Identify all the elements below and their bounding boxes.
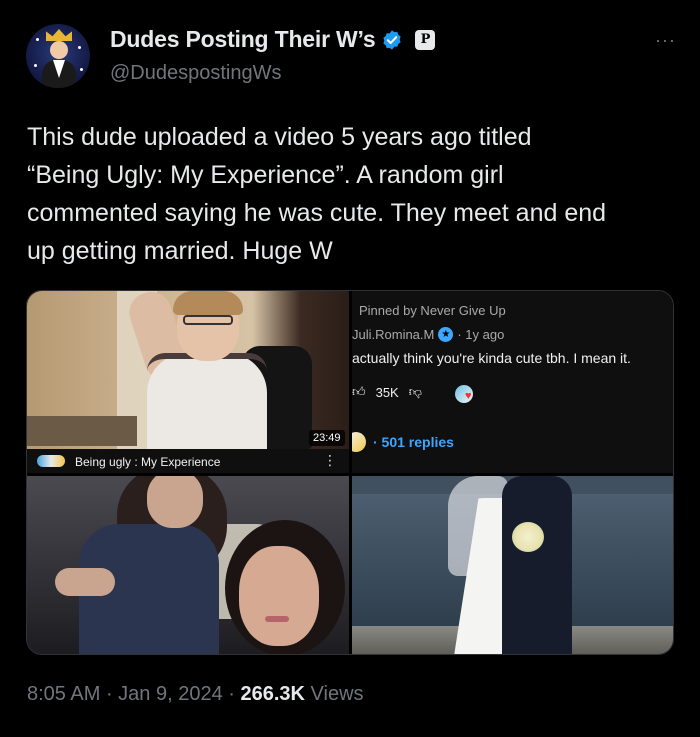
member-badge-icon: ★ xyxy=(438,327,454,342)
video-duration: 23:49 xyxy=(309,430,345,446)
wedding-photo-image[interactable] xyxy=(352,476,673,654)
media-grid: 23:49 Being ugly : My Experience ⋮ Pinne… xyxy=(26,290,674,655)
comment-time: · 1y ago xyxy=(457,327,505,342)
couple-selfie-image[interactable] xyxy=(27,476,349,654)
more-options-icon[interactable]: ··· xyxy=(655,30,676,51)
verified-check-icon xyxy=(383,29,402,50)
handle[interactable]: @DudespostingWs xyxy=(110,62,281,85)
post-time[interactable]: 8:05 AM xyxy=(27,683,100,705)
comment-meta: Juli.Romina.M ★ · 1y ago xyxy=(352,327,504,342)
kebab-menu-icon: ⋮ xyxy=(323,452,337,468)
replies-link: · 501 replies xyxy=(373,434,454,450)
tweet-text: This dude uploaded a video 5 years ago t… xyxy=(27,118,677,270)
tweet-line: This dude uploaded a video 5 years ago t… xyxy=(27,123,532,151)
pinned-label: Pinned by Never Give Up xyxy=(359,303,506,318)
tweet-header: Dudes Posting Their W’s P @DudespostingW… xyxy=(26,24,676,94)
dislike-icon: 👎︎ xyxy=(408,384,422,399)
channel-icon xyxy=(37,455,65,467)
views-label: Views xyxy=(304,683,364,705)
like-count: 35K xyxy=(375,384,399,400)
video-screenshot-image[interactable]: 23:49 Being ugly : My Experience ⋮ xyxy=(27,291,349,473)
views-count: 266.3K xyxy=(240,683,305,705)
creator-heart-icon xyxy=(455,385,473,403)
separator: · xyxy=(100,683,119,705)
like-icon: 👍︎ xyxy=(352,384,366,399)
video-title: Being ugly : My Experience xyxy=(75,455,221,469)
separator: · xyxy=(222,683,241,705)
comment-actions: 👍︎ 35K 👎︎ xyxy=(352,384,422,400)
replier-avatar-icon xyxy=(352,432,366,452)
comment-author: Juli.Romina.M xyxy=(352,327,435,342)
affiliate-badge-icon: P xyxy=(415,29,436,50)
tweet-footer: 8:05 AM · Jan 9, 2024 · 266.3K Views xyxy=(27,683,364,706)
tweet-line: “Being Ugly: My Experience”. A random gi… xyxy=(27,161,504,189)
name-row: Dudes Posting Their W’s P xyxy=(110,26,436,53)
comment-text: actually think you're kinda cute tbh. I … xyxy=(352,350,631,366)
comment-screenshot-image[interactable]: Pinned by Never Give Up Juli.Romina.M ★ … xyxy=(352,291,673,473)
post-date[interactable]: Jan 9, 2024 xyxy=(118,683,223,705)
tweet-line: commented saying he was cute. They meet … xyxy=(27,199,607,227)
crown-icon xyxy=(46,29,72,41)
avatar[interactable] xyxy=(26,24,90,88)
display-name[interactable]: Dudes Posting Their W’s xyxy=(110,26,376,53)
tweet-line: up getting married. Huge W xyxy=(27,237,333,265)
